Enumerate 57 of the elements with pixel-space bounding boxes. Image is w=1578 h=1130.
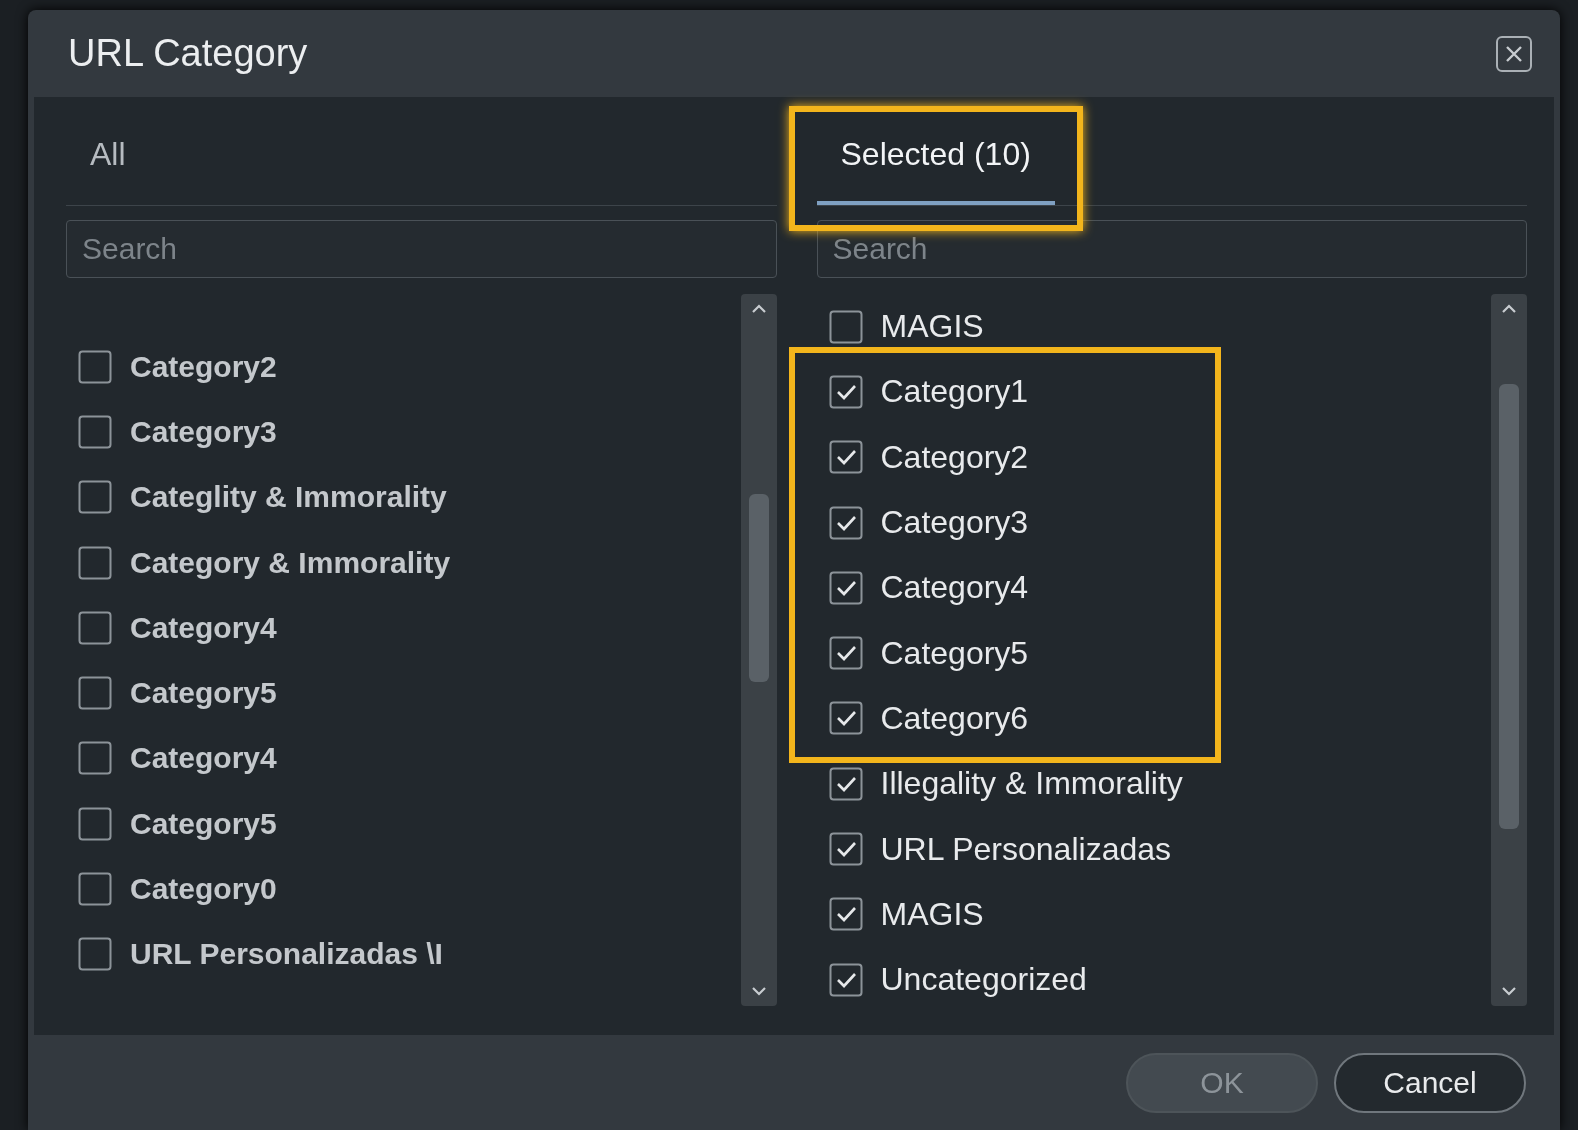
scroll-down-icon[interactable] (750, 986, 767, 996)
item-label: Category4 (880, 569, 1029, 607)
item-label: Category3 (880, 504, 1029, 542)
close-icon[interactable] (1496, 35, 1532, 72)
item-label: Categlity & Immorality (130, 480, 447, 515)
search-field[interactable]: Search (816, 220, 1527, 278)
checkbox[interactable] (828, 505, 863, 540)
item-label: Illegality & Immorality (880, 765, 1183, 803)
checkbox[interactable] (828, 897, 863, 932)
item-label: Category5 (130, 676, 277, 711)
checkbox[interactable] (828, 570, 863, 605)
checkbox[interactable] (78, 741, 112, 776)
checkbox[interactable] (828, 309, 863, 344)
scroll-down-icon[interactable] (1501, 986, 1517, 996)
checkbox[interactable] (828, 962, 863, 997)
scrollbar-thumb[interactable] (1499, 384, 1519, 829)
checkbox[interactable] (78, 414, 112, 449)
item-label: MAGIS (880, 895, 984, 933)
item-label: URL Personalizadas (880, 830, 1171, 868)
checkbox[interactable] (78, 937, 112, 972)
item-label: Category6 (880, 699, 1029, 737)
checkbox[interactable] (828, 374, 863, 409)
checkbox[interactable] (78, 676, 112, 711)
scroll-up-icon[interactable] (1501, 304, 1517, 314)
scroll-up-icon[interactable] (750, 304, 767, 314)
item-label: Category & Immorality (130, 545, 451, 580)
dialog-button[interactable]: Cancel (1334, 1052, 1526, 1113)
search-field[interactable]: Search (66, 220, 777, 278)
item-label: Category5 (130, 806, 277, 841)
item-label: Category4 (130, 741, 277, 776)
item-label: Category2 (880, 438, 1029, 476)
item-label: MAGIS (880, 308, 984, 346)
scrollbar[interactable] (740, 294, 777, 1006)
checkbox[interactable] (78, 480, 112, 515)
item-label: Category0 (130, 872, 277, 906)
item-label: Category1 (880, 373, 1029, 411)
dialog-title: URL Category (68, 32, 308, 75)
checkbox[interactable] (78, 806, 112, 841)
tab[interactable]: Selected (10) (816, 136, 1055, 205)
item-label: Category2 (130, 349, 277, 384)
checkbox[interactable] (828, 636, 863, 671)
tab[interactable]: All (66, 136, 150, 205)
checkbox[interactable] (78, 872, 112, 906)
item-label: Uncategorized (880, 961, 1087, 999)
checkbox[interactable] (828, 766, 863, 801)
checkbox[interactable] (78, 545, 112, 580)
checkbox[interactable] (828, 701, 863, 736)
checkbox[interactable] (828, 832, 863, 866)
checkbox[interactable] (828, 440, 863, 475)
item-label: Category4 (130, 610, 277, 645)
scrollbar[interactable] (1491, 294, 1527, 1006)
item-label: Category3 (130, 414, 277, 449)
scrollbar-thumb[interactable] (748, 494, 769, 682)
item-label: Category5 (880, 634, 1029, 672)
item-label: URL Personalizadas \I (130, 937, 443, 972)
checkbox[interactable] (78, 349, 112, 384)
checkbox[interactable] (78, 610, 112, 645)
